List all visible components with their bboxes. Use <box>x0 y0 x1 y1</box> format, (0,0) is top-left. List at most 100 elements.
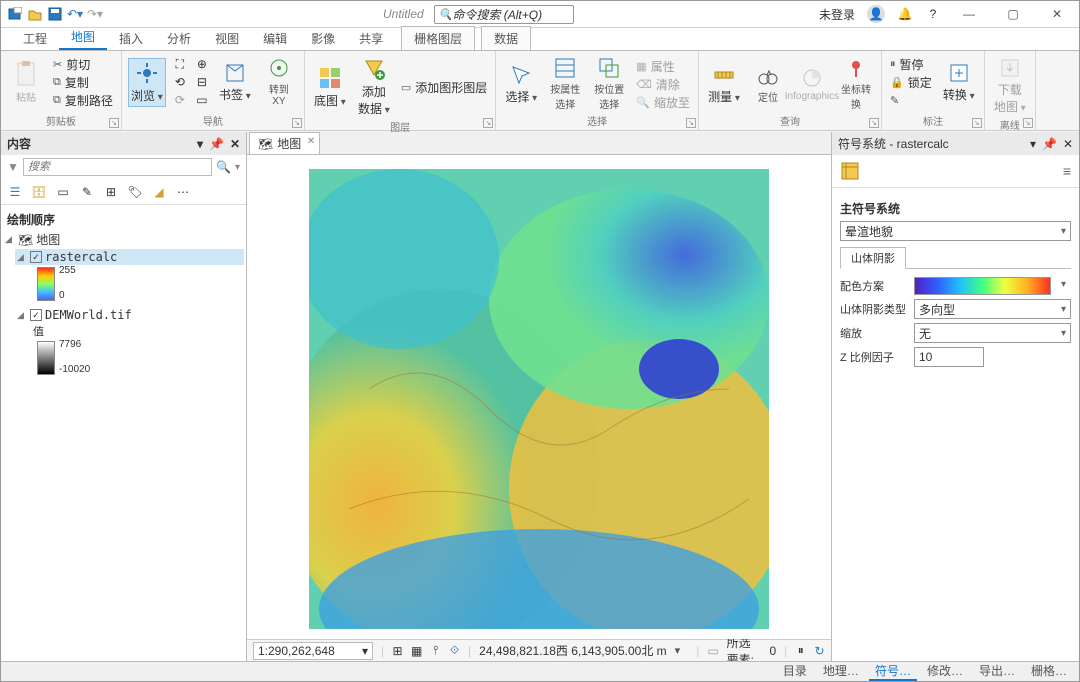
dock-tab-symbology[interactable]: 符号… <box>869 662 917 681</box>
copypath-button[interactable]: ⧉ 复制路径 <box>51 91 115 109</box>
redo-icon[interactable]: ↷▾ <box>87 6 103 22</box>
zoom-in-icon[interactable]: ⊕ <box>194 56 210 72</box>
layer-checkbox[interactable]: ✓ <box>30 309 42 321</box>
tab-analysis[interactable]: 分析 <box>155 27 203 50</box>
login-status[interactable]: 未登录 <box>819 6 855 23</box>
pane-close-icon[interactable]: ✕ <box>1063 137 1073 151</box>
tab-map[interactable]: 地图 <box>59 25 107 50</box>
list-by-snapping-icon[interactable]: ⊞ <box>103 184 119 200</box>
scale-combo[interactable]: 1:290,262,648 ▾ <box>253 642 373 660</box>
map-tab[interactable]: 🗺地图✕ <box>249 132 320 154</box>
dock-tab-export[interactable]: 导出… <box>973 662 1021 681</box>
dock-tab-raster[interactable]: 栅格… <box>1025 662 1073 681</box>
tab-data[interactable]: 数据 <box>481 26 531 50</box>
zoom-sel-icon[interactable]: ▭ <box>194 92 210 108</box>
zoom-full-icon[interactable]: ⛶ <box>172 56 188 72</box>
colorscheme-combo[interactable] <box>914 277 1051 295</box>
locate-button[interactable]: 定位 <box>749 63 787 106</box>
command-search[interactable]: 🔍 命令搜索 (Alt+Q) <box>434 5 574 24</box>
tab-edit[interactable]: 编辑 <box>251 27 299 50</box>
pause-label-button[interactable]: ⏸ 暂停 <box>888 55 934 73</box>
close-button[interactable]: ✕ <box>1041 3 1073 25</box>
more-icon[interactable]: ⋯ <box>175 184 191 200</box>
bell-icon[interactable]: 🔔 <box>897 6 913 22</box>
dock-tab-geo[interactable]: 地理… <box>817 662 865 681</box>
constraint-icon[interactable]: ⊞ <box>392 643 403 659</box>
pane-dropdown-icon[interactable]: ▾ <box>197 137 203 151</box>
clear-sel-button[interactable]: ⌫ 清除 <box>634 75 692 93</box>
fixed-zoom-icon[interactable]: ⊟ <box>194 74 210 90</box>
map-canvas[interactable] <box>247 155 831 639</box>
goto-xy-button[interactable]: 转到 XY <box>260 55 298 109</box>
zoom-prev-icon[interactable]: ⟲ <box>172 74 188 90</box>
paste-button[interactable]: 粘贴 <box>7 59 45 106</box>
list-by-source-icon[interactable]: 🗄 <box>31 184 47 200</box>
basemap-button[interactable]: 底图 ▾ <box>311 64 349 111</box>
save-icon[interactable] <box>47 6 63 22</box>
toc-layer-rastercalc[interactable]: ◢✓ rastercalc <box>15 249 244 265</box>
list-by-labeling-icon[interactable]: 🏷 <box>127 184 143 200</box>
scaling-combo[interactable]: 无 <box>914 323 1071 343</box>
add-graphics-button[interactable]: ▭ 添加图形图层 <box>399 78 489 96</box>
minimize-button[interactable]: — <box>953 3 985 25</box>
toc-map[interactable]: ◢🗺 地图 <box>3 230 244 249</box>
undo-icon[interactable]: ↶▾ <box>67 6 83 22</box>
zoom-next-icon[interactable]: ⟳ <box>172 92 188 108</box>
toc-layer-dem[interactable]: ◢✓ DEMWorld.tif <box>15 307 244 323</box>
help-icon[interactable]: ? <box>925 6 941 22</box>
select-by-attr-button[interactable]: 按属性选择 <box>546 55 584 113</box>
pause-draw-icon[interactable]: ⏸ <box>795 643 806 659</box>
dock-tab-catalog[interactable]: 目录 <box>777 662 813 681</box>
contents-search-input[interactable] <box>23 158 212 176</box>
infographics-button[interactable]: Infographics <box>793 65 831 104</box>
refresh-icon[interactable]: ↻ <box>814 643 825 659</box>
pane-dropdown-icon[interactable]: ▾ <box>1030 137 1036 151</box>
user-icon[interactable]: 👤 <box>867 5 885 23</box>
explore-button[interactable]: 浏览 ▾ <box>128 58 166 107</box>
download-map-button[interactable]: 下载地图 ▾ <box>991 55 1029 117</box>
snapping-icon[interactable]: ▦ <box>411 643 422 659</box>
hillshade-type-combo[interactable]: 多向型 <box>914 299 1071 319</box>
cut-button[interactable]: ✂ 剪切 <box>51 55 115 73</box>
zfactor-input[interactable]: 10 <box>914 347 984 367</box>
filter-icon[interactable]: ▼ <box>7 160 19 174</box>
layer-checkbox[interactable]: ✓ <box>30 251 42 263</box>
bookmarks-button[interactable]: 书签 ▾ <box>216 60 254 105</box>
hamburger-icon[interactable]: ≡ <box>1063 163 1071 179</box>
zoom-to-sel-button[interactable]: 🔍 缩放至 <box>634 93 692 111</box>
maximize-button[interactable]: ▢ <box>997 3 1029 25</box>
symbology-type-icon[interactable] <box>840 161 860 181</box>
pane-pin-icon[interactable]: 📌 <box>209 137 224 151</box>
open-icon[interactable] <box>27 6 43 22</box>
tab-insert[interactable]: 插入 <box>107 27 155 50</box>
measure-button[interactable]: 测量 ▾ <box>705 62 743 107</box>
tab-raster-layer[interactable]: 栅格图层 <box>401 26 475 50</box>
tab-view[interactable]: 视图 <box>203 27 251 50</box>
list-by-editing-icon[interactable]: ✎ <box>79 184 95 200</box>
list-by-perspective-icon[interactable]: ◢ <box>151 184 167 200</box>
correction-icon[interactable]: ⟐ <box>449 643 460 659</box>
attributes-button[interactable]: ▦ 属性 <box>634 57 692 75</box>
select-by-loc-button[interactable]: 按位置选择 <box>590 55 628 113</box>
dock-tab-modify[interactable]: 修改… <box>921 662 969 681</box>
close-tab-icon[interactable]: ✕ <box>307 136 315 147</box>
select-button[interactable]: 选择 ▾ <box>502 62 540 107</box>
pane-close-icon[interactable]: ✕ <box>230 137 240 151</box>
lock-label-button[interactable]: 🔒 锁定 <box>888 73 934 91</box>
tab-project[interactable]: 工程 <box>11 27 59 50</box>
convert-button[interactable]: 转换 ▾ <box>940 60 978 105</box>
list-by-drawing-icon[interactable]: ☰ <box>7 184 23 200</box>
adddata-button[interactable]: 添加数据 ▾ <box>355 55 393 119</box>
search-icon[interactable]: 🔍 <box>216 160 231 174</box>
list-by-selection-icon[interactable]: ▭ <box>55 184 71 200</box>
coord-convert-button[interactable]: 坐标转换 <box>837 55 875 113</box>
more-label-button[interactable]: ✎ <box>888 91 934 109</box>
tab-imagery[interactable]: 影像 <box>299 27 347 50</box>
grid-icon[interactable]: ⫯ <box>430 643 441 659</box>
hillshade-tab[interactable]: 山体阴影 <box>840 247 906 269</box>
new-project-icon[interactable] <box>7 6 23 22</box>
pane-pin-icon[interactable]: 📌 <box>1042 137 1057 151</box>
copy-button[interactable]: ⧉ 复制 <box>51 73 115 91</box>
tab-share[interactable]: 共享 <box>347 27 395 50</box>
renderer-combo[interactable]: 晕渲地貌 <box>840 221 1071 241</box>
